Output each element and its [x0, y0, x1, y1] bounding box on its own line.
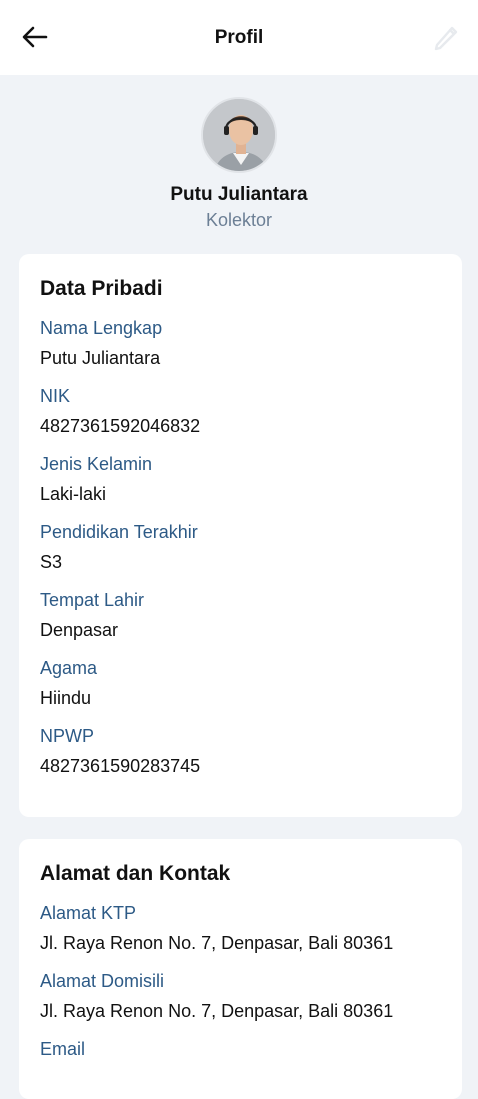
field-religion: Agama Hiindu — [40, 657, 441, 709]
field-email: Email — [40, 1038, 441, 1060]
field-value: Putu Juliantara — [40, 348, 161, 368]
app-bar: Profil — [0, 0, 478, 75]
field-label: Agama — [40, 658, 98, 678]
field-label: NPWP — [40, 726, 94, 746]
back-button[interactable] — [18, 20, 52, 54]
field-education: Pendidikan Terakhir S3 — [40, 521, 441, 573]
page-title: Profil — [214, 26, 264, 48]
personal-data-card: Data Pribadi Nama Lengkap Putu Juliantar… — [19, 254, 462, 817]
field-value: Jl. Raya Renon No. 7, Denpasar, Bali 803… — [40, 1001, 394, 1021]
card-title: Alamat dan Kontak — [40, 862, 231, 885]
field-gender: Jenis Kelamin Laki-laki — [40, 453, 441, 505]
field-npwp: NPWP 4827361590283745 — [40, 725, 441, 777]
field-value: 4827361592046832 — [40, 416, 201, 436]
field-label: Email — [40, 1039, 86, 1059]
field-label: Alamat KTP — [40, 903, 137, 923]
field-label: Alamat Domisili — [40, 971, 165, 991]
card-title: Data Pribadi — [40, 277, 163, 300]
field-nik: NIK 4827361592046832 — [40, 385, 441, 437]
profile-name: Putu Juliantara — [170, 184, 308, 205]
field-value: Hiindu — [40, 688, 92, 708]
field-label: Pendidikan Terakhir — [40, 522, 198, 542]
field-label: NIK — [40, 386, 71, 406]
field-value: Denpasar — [40, 620, 119, 640]
field-full-name: Nama Lengkap Putu Juliantara — [40, 317, 441, 369]
field-ktp-address: Alamat KTP Jl. Raya Renon No. 7, Denpasa… — [40, 902, 441, 954]
field-domicile-address: Alamat Domisili Jl. Raya Renon No. 7, De… — [40, 970, 441, 1022]
field-birthplace: Tempat Lahir Denpasar — [40, 589, 441, 641]
field-value: 4827361590283745 — [40, 756, 201, 776]
arrow-left-icon — [22, 26, 48, 48]
pencil-icon — [434, 26, 458, 51]
field-label: Tempat Lahir — [40, 590, 145, 610]
profile-role: Kolektor — [205, 210, 273, 230]
field-value: Jl. Raya Renon No. 7, Denpasar, Bali 803… — [40, 933, 394, 953]
edit-button[interactable] — [428, 20, 462, 54]
profile-header: Putu Juliantara Kolektor — [0, 75, 478, 245]
field-value: Laki-laki — [40, 484, 107, 504]
address-contact-card: Alamat dan Kontak Alamat KTP Jl. Raya Re… — [19, 839, 462, 1099]
field-label: Jenis Kelamin — [40, 454, 153, 474]
field-label: Nama Lengkap — [40, 318, 163, 338]
field-value: S3 — [40, 552, 63, 572]
avatar — [201, 97, 277, 173]
